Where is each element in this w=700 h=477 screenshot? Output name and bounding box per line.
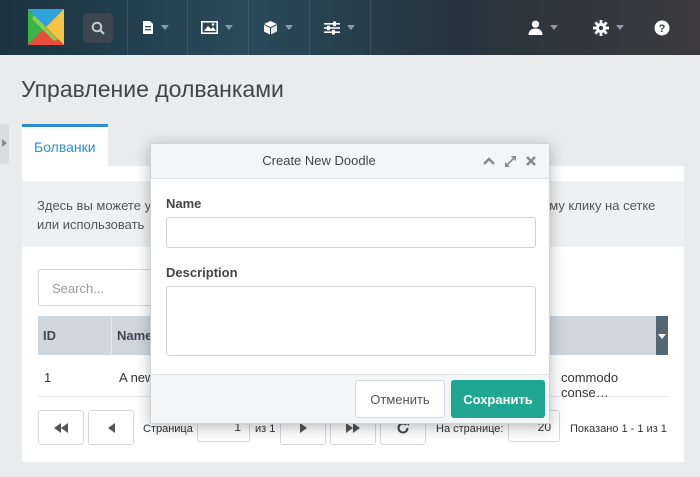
search-input[interactable]: Search... <box>38 269 158 306</box>
documents-menu[interactable] <box>142 0 169 55</box>
search-icon <box>91 21 105 35</box>
per-page-label: На странице: <box>436 423 504 435</box>
page-label: Страница <box>143 423 193 435</box>
description-label: Description <box>166 265 238 280</box>
page-title: Управление долванками <box>21 76 284 102</box>
column-menu-button[interactable] <box>656 316 668 355</box>
chevron-down-icon <box>225 25 233 30</box>
cancel-button[interactable]: Отменить <box>355 380 445 418</box>
collapse-icon[interactable] <box>482 154 496 168</box>
nav-divider <box>309 0 310 55</box>
user-icon <box>528 20 543 35</box>
logo-icon[interactable] <box>26 7 66 47</box>
chevron-down-icon <box>161 25 169 30</box>
info-text-line2: или использовать <box>37 217 145 232</box>
chevron-down-icon <box>550 25 558 30</box>
pagination-summary: Показано 1 - 1 из 1 <box>570 423 667 435</box>
dialog-footer: Отменить Сохранить <box>151 374 549 423</box>
column-header-name[interactable]: Name <box>117 328 152 343</box>
chevron-left-icon <box>107 422 115 433</box>
save-button[interactable]: Сохранить <box>451 380 545 418</box>
page-total-label: из 1 <box>255 423 276 435</box>
sidebar-toggle[interactable] <box>0 124 9 164</box>
top-navbar: ? <box>0 0 700 55</box>
info-text-line1-end: ому клику на сетке <box>542 198 656 213</box>
previous-page-button[interactable] <box>88 410 134 445</box>
chevron-down-icon <box>616 25 624 30</box>
system-menu[interactable] <box>593 0 624 55</box>
nav-divider <box>370 0 371 55</box>
document-icon <box>143 21 153 34</box>
dialog-title: Create New Doodle <box>262 153 376 168</box>
cube-icon <box>264 21 277 35</box>
chevron-right-icon <box>299 422 307 433</box>
user-menu[interactable] <box>528 0 558 55</box>
search-button[interactable] <box>83 13 113 43</box>
column-header-id[interactable]: ID <box>43 328 56 343</box>
gear-icon <box>593 19 609 36</box>
sliders-icon <box>324 21 340 34</box>
name-field[interactable] <box>166 217 536 248</box>
description-field[interactable] <box>166 286 536 356</box>
help-button[interactable]: ? <box>654 0 670 55</box>
column-divider <box>111 316 112 355</box>
maximize-icon[interactable] <box>503 154 517 168</box>
double-chevron-right-icon <box>346 422 360 433</box>
nav-divider <box>187 0 188 55</box>
images-menu[interactable] <box>201 0 233 55</box>
svg-text:?: ? <box>659 23 666 35</box>
chevron-down-icon <box>285 25 293 30</box>
close-icon[interactable] <box>524 154 538 168</box>
settings-menu[interactable] <box>324 0 355 55</box>
modules-menu[interactable] <box>263 0 293 55</box>
chevron-down-icon <box>347 25 355 30</box>
info-text-line1: Здесь вы можете у <box>37 198 152 213</box>
nav-divider <box>127 0 128 55</box>
double-chevron-left-icon <box>54 422 68 433</box>
nav-divider <box>248 0 249 55</box>
first-page-button[interactable] <box>38 410 84 445</box>
image-icon <box>201 21 218 34</box>
cell-description: commodo conse… <box>561 370 619 400</box>
create-doodle-dialog: Create New Doodle Name Description Отмен… <box>150 143 550 424</box>
name-label: Name <box>166 196 202 211</box>
help-icon: ? <box>654 20 670 35</box>
tab-doodles[interactable]: Болванки <box>22 124 108 166</box>
cell-id: 1 <box>44 370 52 385</box>
dialog-header[interactable]: Create New Doodle <box>151 144 549 179</box>
